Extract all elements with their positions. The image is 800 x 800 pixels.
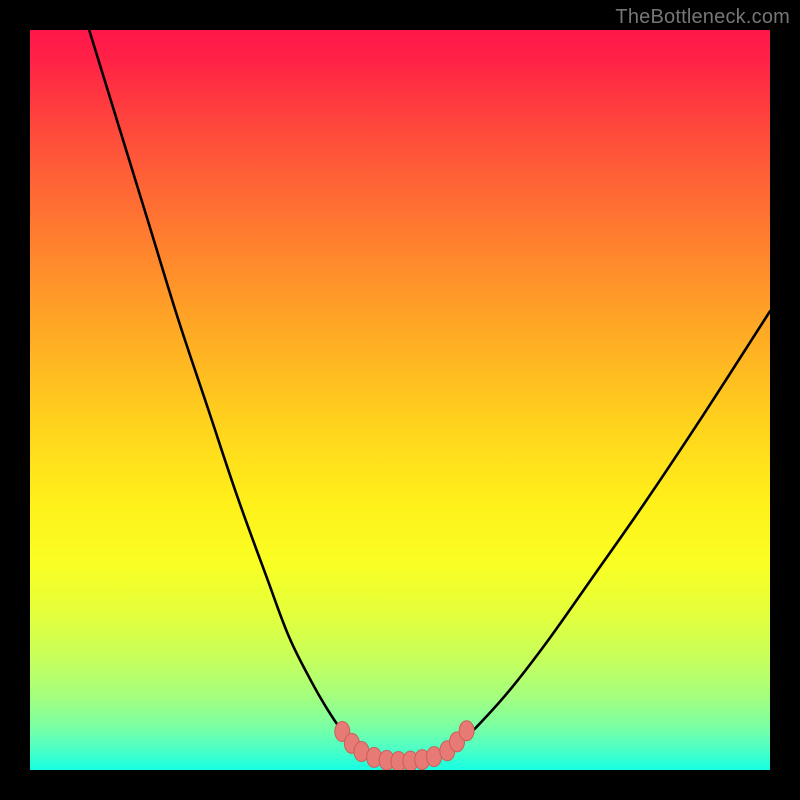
bottleneck-curve (89, 30, 770, 762)
chart-frame: TheBottleneck.com (0, 0, 800, 800)
valley-marker (459, 721, 474, 741)
watermark-label: TheBottleneck.com (615, 6, 790, 29)
curve-path (89, 30, 770, 762)
valley-marker (427, 747, 442, 767)
curve-layer (30, 30, 770, 770)
plot-area (30, 30, 770, 770)
valley-markers (335, 721, 474, 770)
